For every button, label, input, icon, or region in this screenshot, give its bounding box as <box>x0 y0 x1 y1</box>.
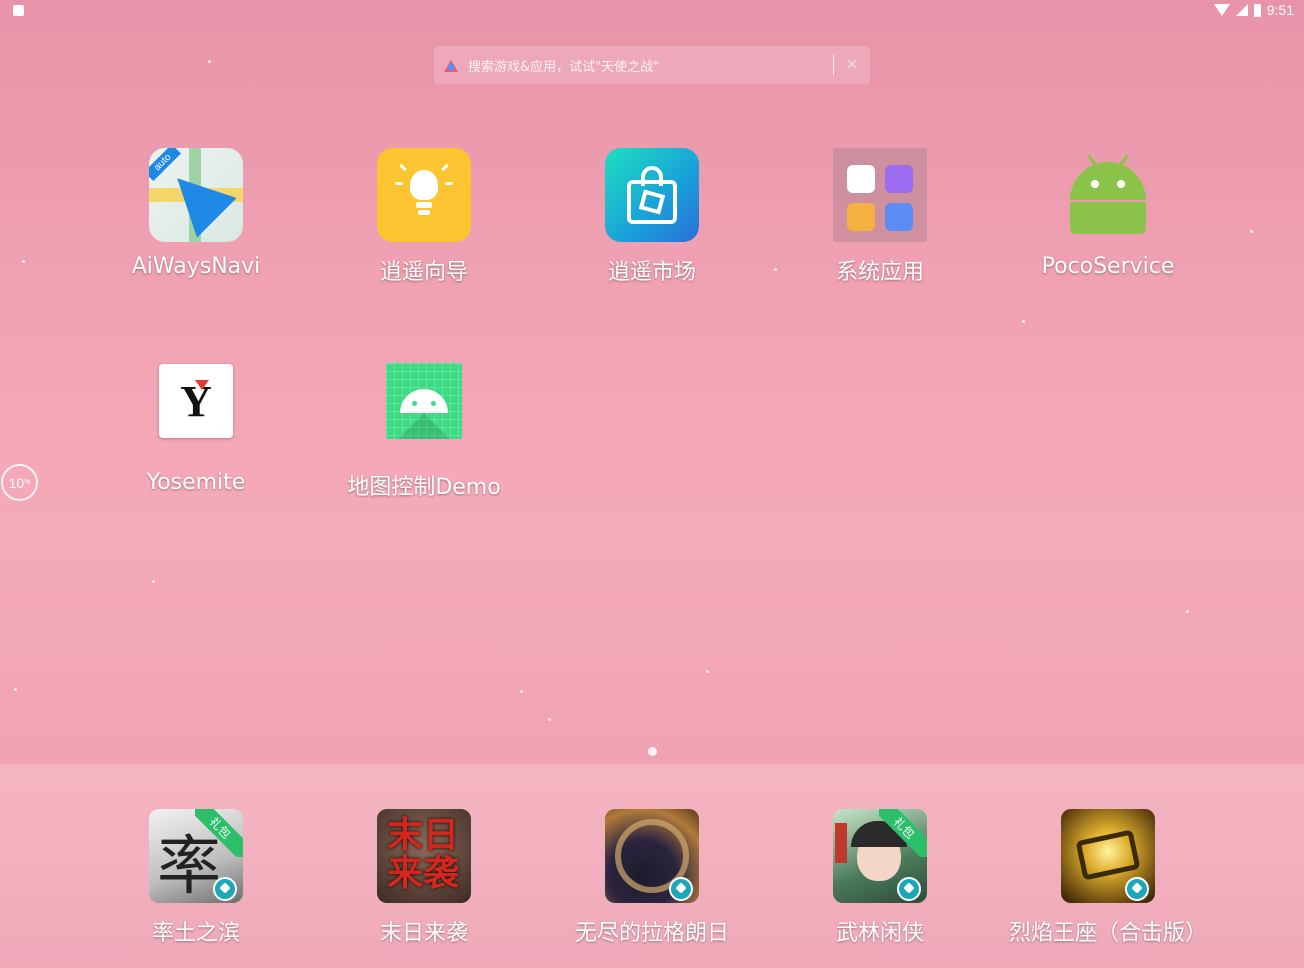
store-logo-icon <box>444 58 458 72</box>
android-robot-grid-icon <box>386 363 462 439</box>
app-label: 末日来袭 <box>379 921 468 946</box>
app-label: 武林闲侠 <box>835 921 924 946</box>
app-label: 逍遥市场 <box>607 260 696 285</box>
game-icon-2: 末日 来袭 <box>377 809 471 903</box>
battery-icon <box>1253 3 1261 17</box>
search-input[interactable]: 搜索游戏&应用，试试"天使之战" <box>468 56 833 75</box>
app-game-3[interactable]: 无尽的拉格朗日 <box>552 809 752 947</box>
app-pocoservice[interactable]: PocoService <box>1008 148 1208 279</box>
sparkle <box>774 268 777 271</box>
files-icon <box>847 203 875 231</box>
sparkle <box>1022 320 1025 323</box>
app-label: 无尽的拉格朗日 <box>574 921 729 946</box>
sparkle <box>1250 230 1253 233</box>
download-icon <box>885 203 913 231</box>
app-label: AiWaysNavi <box>131 254 261 279</box>
app-label: 逍遥向导 <box>379 260 468 285</box>
store-badge-icon <box>897 877 921 901</box>
divider <box>833 55 835 75</box>
sparkle <box>208 60 211 63</box>
floating-usage-indicator[interactable]: 10% <box>1 464 38 501</box>
app-label: 烈焰王座（合击版） <box>1008 921 1207 946</box>
folder-icon <box>833 148 927 242</box>
app-label: PocoService <box>1041 254 1175 279</box>
app-label: 率土之滨 <box>151 921 240 946</box>
app-label: 系统应用 <box>835 260 924 285</box>
auto-badge: auto <box>149 148 182 182</box>
page-indicator-dot[interactable] <box>648 747 657 756</box>
browser-icon <box>885 165 913 193</box>
yosemite-logo-icon: Y <box>159 364 233 438</box>
app-label: 地图控制Demo <box>347 475 501 500</box>
indicator-unit: % <box>24 479 31 486</box>
app-map-demo[interactable]: 地图控制Demo <box>324 354 524 501</box>
sparkle <box>706 670 709 673</box>
app-label: Yosemite <box>146 470 246 495</box>
signal-icon <box>1235 4 1248 16</box>
android-robot-icon <box>1061 148 1155 242</box>
app-game-5[interactable]: 烈焰王座（合击版） <box>1008 809 1208 947</box>
app-system-folder[interactable]: 系统应用 <box>780 148 980 286</box>
app-xiaoyao-market[interactable]: 逍遥市场 <box>552 148 752 286</box>
gift-ribbon: 礼包 <box>879 809 927 857</box>
notification-icon <box>13 5 24 16</box>
game-icon-1: 率 礼包 <box>149 809 243 903</box>
sparkle <box>14 688 17 691</box>
wifi-icon <box>1213 4 1230 16</box>
sparkle <box>1186 610 1189 613</box>
shopping-bag-icon <box>605 148 699 242</box>
sparkle <box>548 718 551 721</box>
app-game-4[interactable]: 礼包 武林闲侠 <box>780 809 980 947</box>
game-icon-5 <box>1061 809 1155 903</box>
clock: 9:51 <box>1266 2 1294 18</box>
sparkle <box>520 690 523 693</box>
app-xiaoyao-guide[interactable]: 逍遥向导 <box>324 148 524 286</box>
app-yosemite[interactable]: Y Yosemite <box>96 354 296 495</box>
gift-ribbon: 礼包 <box>195 809 243 857</box>
store-badge-icon <box>1125 877 1149 901</box>
app-game-2[interactable]: 末日 来袭 末日来袭 <box>324 809 524 947</box>
status-bar: 9:51 <box>1213 2 1294 18</box>
close-icon[interactable]: ✕ <box>846 57 858 73</box>
search-bar[interactable]: 搜索游戏&应用，试试"天使之战" ✕ <box>434 46 870 84</box>
google-icon <box>847 165 875 193</box>
paper-plane-navigation-icon: auto <box>149 148 243 242</box>
indicator-value: 10 <box>8 474 25 491</box>
app-game-1[interactable]: 率 礼包 率土之滨 <box>96 809 296 947</box>
app-aiwaysnavi[interactable]: auto AiWaysNavi <box>96 148 296 279</box>
store-badge-icon <box>213 877 237 901</box>
store-badge-icon <box>669 877 693 901</box>
lightbulb-icon <box>377 148 471 242</box>
sparkle <box>22 260 25 263</box>
game-icon-3 <box>605 809 699 903</box>
game-icon-4: 礼包 <box>833 809 927 903</box>
sparkle <box>152 580 155 583</box>
